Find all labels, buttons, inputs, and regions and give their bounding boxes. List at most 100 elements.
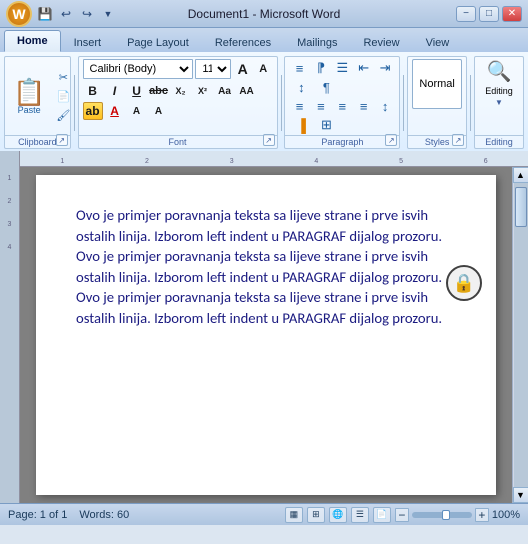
bullets-button[interactable]: ≡ (289, 59, 309, 77)
tab-mailings[interactable]: Mailings (284, 32, 350, 52)
zoom-thumb (442, 510, 450, 520)
draft-button[interactable]: 📄 (373, 507, 391, 523)
scroll-down-button[interactable]: ▼ (513, 487, 528, 503)
tab-page-layout[interactable]: Page Layout (114, 32, 202, 52)
font-color2-button[interactable]: A (127, 102, 147, 120)
tab-references[interactable]: References (202, 32, 284, 52)
styles-expand[interactable]: ↗ (452, 134, 464, 146)
font-expand[interactable]: ↗ (263, 134, 275, 146)
save-button[interactable]: 💾 (36, 5, 54, 23)
title-bar: W 💾 ↩ ↪ ▼ Document1 - Microsoft Word − □… (0, 0, 528, 28)
align-right-button[interactable]: ≡ (332, 97, 352, 115)
increase-indent-button[interactable]: ⇥ (375, 59, 395, 77)
minimize-button[interactable]: − (456, 6, 476, 22)
align-left-button[interactable]: ≡ (289, 97, 309, 115)
status-right: ▦ ⊞ 🌐 ☰ 📄 − + 100% (285, 507, 520, 523)
font-name-select[interactable]: Calibri (Body) (83, 59, 194, 79)
editing-label-bottom: Editing (475, 135, 523, 147)
undo-button[interactable]: ↩ (57, 5, 75, 23)
editing-label: Editing (485, 86, 513, 96)
paste-icon: 📋 (13, 79, 45, 105)
editing-arrow: ▼ (495, 98, 503, 107)
shading-button[interactable]: ▐ (289, 116, 313, 134)
format-painter-button[interactable]: 🖌 (51, 107, 75, 125)
full-screen-button[interactable]: ⊞ (307, 507, 325, 523)
multilevel-button[interactable]: ☰ (332, 59, 352, 77)
para-row-2: ↕ ¶ (289, 78, 395, 96)
increase-font-button[interactable]: A (233, 60, 252, 78)
para-row-3: ≡ ≡ ≡ ≡ ↕ (289, 97, 395, 115)
zoom-in-button[interactable]: + (475, 508, 489, 522)
office-button[interactable]: W (6, 1, 32, 27)
clipboard-expand[interactable]: ↗ (56, 134, 68, 146)
font-color3-button[interactable]: A (149, 102, 169, 120)
align-center-button[interactable]: ≡ (311, 97, 331, 115)
paste-label: Paste (18, 105, 41, 115)
redo-button[interactable]: ↪ (78, 5, 96, 23)
bold-button[interactable]: B (83, 82, 103, 100)
tab-review[interactable]: Review (350, 32, 412, 52)
copy-button[interactable]: 📄 (51, 88, 75, 106)
scroll-track (514, 183, 528, 487)
page-status: Page: 1 of 1 (8, 509, 67, 521)
document-text[interactable]: Ovo je primjer poravnanja teksta sa lije… (76, 205, 456, 328)
justify-button[interactable]: ≡ (354, 97, 374, 115)
styles-group: Normal Styles ↗ (407, 56, 467, 149)
italic-button[interactable]: I (105, 82, 125, 100)
scroll-area: 1 2 3 4 5 6 Ovo je primjer poravnanja te… (20, 151, 528, 503)
scroll-thumb[interactable] (515, 187, 527, 227)
decrease-indent-button[interactable]: ⇤ (354, 59, 374, 77)
clipboard-content: 📋 Paste ✂ 📄 🖌 (9, 59, 66, 134)
numbering-button[interactable]: ⁋ (311, 59, 331, 77)
sep-3 (403, 75, 404, 131)
restore-button[interactable]: □ (479, 6, 499, 22)
editing-group: 🔍 Editing ▼ Editing (474, 56, 524, 149)
change-case-button[interactable]: AA (237, 82, 257, 100)
font-row-2: B I U abc X₂ X² Aa AA (83, 82, 273, 100)
styles-gallery: Normal (412, 59, 462, 109)
lock-icon[interactable]: 🔒 (446, 265, 482, 301)
editing-icon: 🔍 (487, 59, 512, 84)
scroll-up-button[interactable]: ▲ (513, 167, 528, 183)
tab-view[interactable]: View (413, 32, 463, 52)
vertical-scrollbar: ▲ ▼ (512, 167, 528, 503)
font-row-1: Calibri (Body) 11 A A (83, 59, 273, 79)
paste-button[interactable]: 📋 Paste (9, 77, 49, 117)
subscript-button[interactable]: X₂ (171, 82, 191, 100)
cut-button[interactable]: ✂ (51, 69, 75, 87)
superscript-button[interactable]: X² (193, 82, 213, 100)
window-title: Document1 - Microsoft Word (188, 7, 341, 21)
zoom-control: − + 100% (395, 508, 520, 522)
highlight-button[interactable]: ab (83, 102, 103, 120)
font-size-select[interactable]: 11 (195, 59, 231, 79)
clipboard-group: 📋 Paste ✂ 📄 🖌 Clipboard ↗ (4, 56, 71, 149)
quick-access-toolbar: 💾 ↩ ↪ ▼ (36, 5, 117, 23)
paragraph-expand[interactable]: ↗ (385, 134, 397, 146)
tab-insert[interactable]: Insert (61, 32, 115, 52)
web-layout-button[interactable]: 🌐 (329, 507, 347, 523)
qat-more-button[interactable]: ▼ (99, 5, 117, 23)
zoom-slider[interactable] (412, 512, 472, 518)
close-button[interactable]: ✕ (502, 6, 522, 22)
border-button[interactable]: ⊞ (314, 116, 338, 134)
tab-home[interactable]: Home (4, 30, 61, 52)
words-status: Words: 60 (79, 509, 129, 521)
print-layout-button[interactable]: ▦ (285, 507, 303, 523)
zoom-out-button[interactable]: − (395, 508, 409, 522)
clear-format-button[interactable]: Aa (215, 82, 235, 100)
style-normal[interactable]: Normal (412, 59, 462, 109)
font-group: Calibri (Body) 11 A A B I U abc X₂ X² Aa… (78, 56, 278, 149)
title-bar-left: W 💾 ↩ ↪ ▼ (6, 1, 117, 27)
strikethrough-button[interactable]: abc (149, 82, 169, 100)
paragraph-label: Paragraph (285, 135, 399, 147)
font-row-3: ab A A A (83, 102, 273, 120)
show-hide-button[interactable]: ¶ (314, 78, 338, 96)
sort-button[interactable]: ↕ (289, 78, 313, 96)
decrease-font-button[interactable]: A (254, 60, 273, 78)
window-controls: − □ ✕ (456, 6, 522, 22)
line-spacing-button[interactable]: ↕ (375, 97, 395, 115)
underline-button[interactable]: U (127, 82, 147, 100)
outline-button[interactable]: ☰ (351, 507, 369, 523)
font-color-button[interactable]: A (105, 102, 125, 120)
font-label: Font (79, 135, 277, 147)
